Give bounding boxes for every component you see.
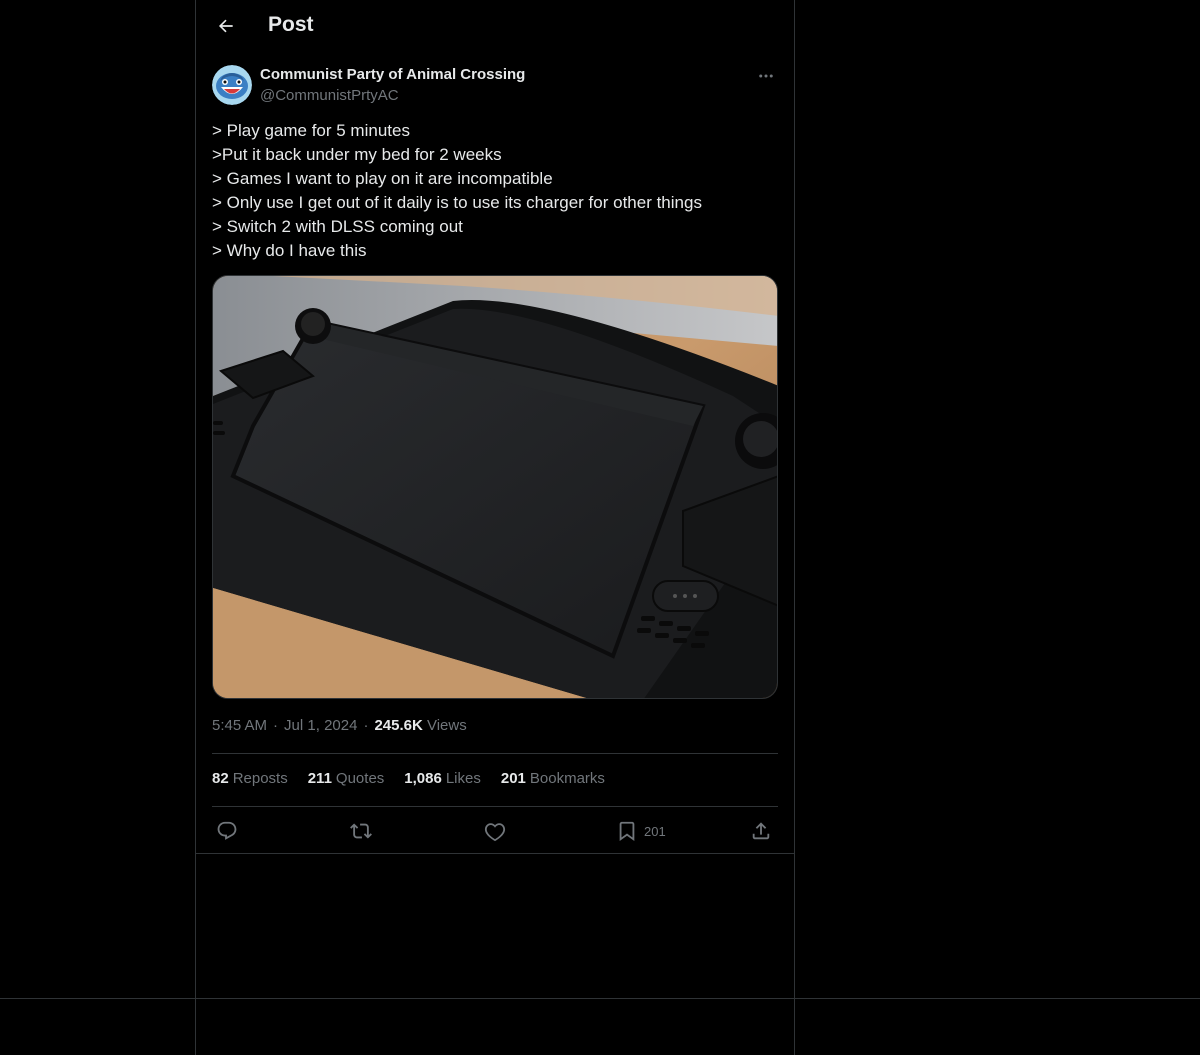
bookmark-count: 201	[644, 823, 666, 839]
actions-top-divider	[212, 806, 778, 807]
bookmarks-count: 201	[500, 770, 526, 787]
heart-icon	[484, 823, 506, 842]
bookmark-button[interactable]: 201	[616, 816, 666, 846]
views-count: 245.6K	[374, 717, 423, 734]
post-text-line: > Games I want to play on it are incompa…	[212, 169, 553, 188]
share-button[interactable]	[750, 816, 772, 846]
more-options-button[interactable]	[754, 64, 778, 88]
bookmark-icon	[619, 821, 635, 842]
reposts-label: Reposts	[232, 770, 288, 787]
likes-stat[interactable]: 1,086 Likes	[404, 770, 481, 787]
author-handle[interactable]: @CommunistPrtyAC	[260, 87, 399, 104]
views-label: Views	[426, 717, 467, 734]
bookmarks-stat[interactable]: 201 Bookmarks	[501, 770, 605, 787]
handheld-console-photo	[213, 276, 777, 698]
repost-icon	[350, 823, 372, 839]
back-button[interactable]	[208, 8, 244, 44]
page-title: Post	[268, 13, 314, 36]
quotes-count: 211	[307, 770, 332, 787]
more-horizontal-icon	[759, 74, 773, 78]
reply-bubble-icon	[217, 821, 237, 840]
reposts-stat[interactable]: 82 Reposts	[212, 770, 288, 787]
repost-button[interactable]	[350, 816, 372, 846]
avatar[interactable]	[212, 65, 252, 105]
quotes-stat[interactable]: 211 Quotes	[308, 770, 385, 787]
post-text-line: > Only use I get out of it daily is to u…	[212, 193, 702, 212]
reply-button[interactable]	[216, 816, 238, 846]
post-text-line: > Why do I have this	[212, 241, 367, 260]
like-button[interactable]	[484, 816, 506, 846]
reposts-count: 82	[212, 770, 229, 787]
post-text: > Play game for 5 minutes >Put it back u…	[212, 119, 778, 263]
post-header: Post	[196, 0, 794, 53]
likes-label: Likes	[445, 770, 481, 787]
engagement-stats: 82 Reposts 211 Quotes 1,086 Likes 201 Bookma…	[212, 770, 605, 787]
post-column: Post Communist Party of Animal Crossing …	[195, 0, 795, 1055]
share-upload-icon	[752, 822, 770, 840]
likes-count: 1,086	[404, 770, 442, 787]
post-author: Communist Party of Animal Crossing @Comm…	[212, 64, 778, 108]
arrow-left-icon	[218, 19, 233, 33]
post-image[interactable]	[212, 275, 778, 699]
meta-separator: ·	[273, 717, 279, 734]
stats-top-divider	[212, 753, 778, 754]
bookmarks-label: Bookmarks	[529, 770, 605, 787]
post-text-line: > Play game for 5 minutes	[212, 121, 410, 140]
post-date[interactable]: Jul 1, 2024	[284, 717, 357, 734]
author-name[interactable]: Communist Party of Animal Crossing	[260, 66, 525, 83]
post-text-line: > Switch 2 with DLSS coming out	[212, 217, 463, 236]
post-meta: 5:45 AM · Jul 1, 2024 · 245.6K Views	[212, 717, 467, 734]
post-text-line: >Put it back under my bed for 2 weeks	[212, 145, 502, 164]
post-time[interactable]: 5:45 AM	[212, 717, 267, 734]
post-actions: 201	[212, 816, 778, 846]
meta-separator: ·	[363, 717, 369, 734]
post-bottom-divider	[196, 853, 794, 854]
quotes-label: Quotes	[335, 770, 385, 787]
